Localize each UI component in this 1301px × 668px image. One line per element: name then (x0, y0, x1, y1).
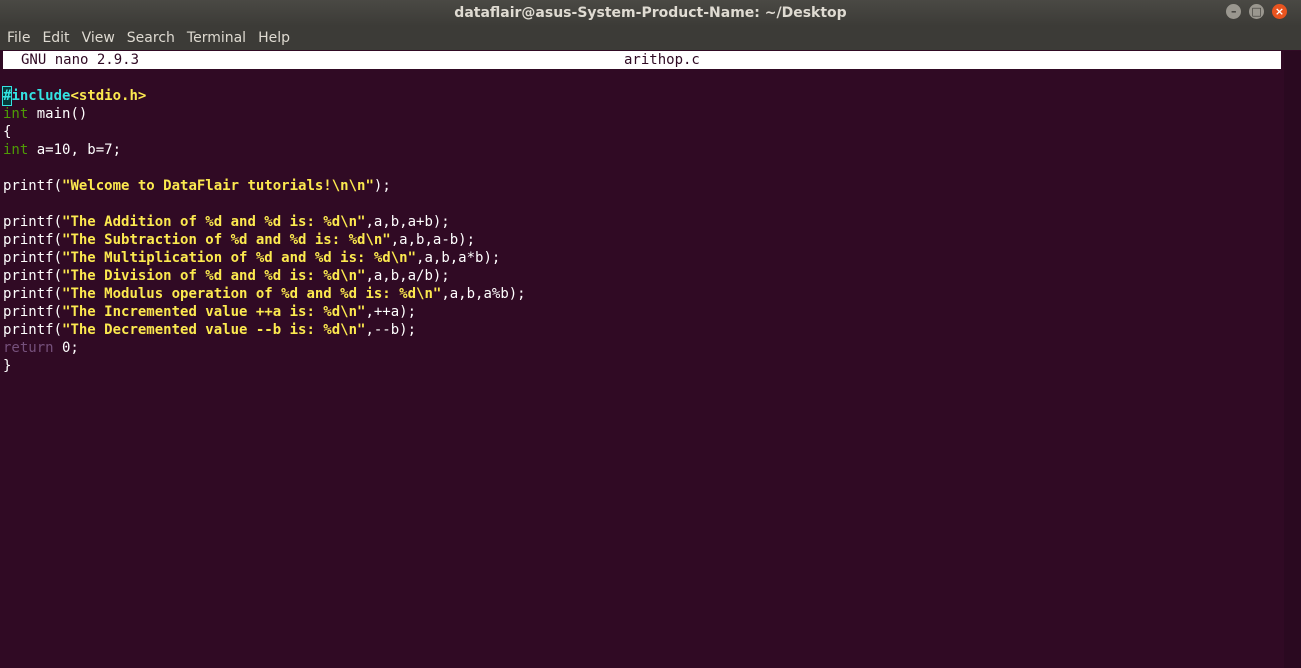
menu-help[interactable]: Help (255, 26, 295, 50)
menu-search[interactable]: Search (124, 26, 180, 50)
menu-bar: File Edit View Search Terminal Help (0, 26, 1301, 50)
menu-view[interactable]: View (79, 26, 120, 50)
nano-version: GNU nano 2.9.3 (21, 52, 140, 68)
code-line-2: int main() (3, 106, 88, 122)
menu-edit[interactable]: Edit (39, 26, 74, 50)
code-line-16: } (3, 358, 12, 374)
code-line-14: printf("The Decremented value --b is: %d… (3, 322, 417, 338)
window-title: dataflair@asus-System-Product-Name: ~/De… (454, 5, 847, 21)
code-line-10: printf("The Multiplication of %d and %d … (3, 250, 501, 266)
menu-terminal[interactable]: Terminal (184, 26, 251, 50)
code-line-4: int a=10, b=7; (3, 142, 122, 158)
code-line-12: printf("The Modulus operation of %d and … (3, 286, 526, 302)
menu-file[interactable]: File (4, 26, 35, 50)
minimize-icon[interactable]: – (1226, 4, 1242, 19)
code-line-9: printf("The Subtraction of %d and %d is:… (3, 232, 476, 248)
code-line-11: printf("The Division of %d and %d is: %d… (3, 268, 450, 284)
scrollbar[interactable] (1284, 51, 1301, 668)
terminal-window: dataflair@asus-System-Product-Name: ~/De… (0, 0, 1301, 668)
window-controls: – □ × (1223, 4, 1287, 22)
title-bar[interactable]: dataflair@asus-System-Product-Name: ~/De… (0, 0, 1301, 26)
code-line-6: printf("Welcome to DataFlair tutorials!\… (3, 178, 391, 194)
nano-header-bar: GNU nano 2.9.3 arithop.c (3, 51, 1281, 69)
code-editor[interactable]: #include<stdio.h> int main() { int a=10,… (1, 86, 1273, 375)
code-line-8: printf("The Addition of %d and %d is: %d… (3, 214, 450, 230)
nano-filename: arithop.c (624, 52, 700, 68)
code-line-3: { (3, 124, 12, 140)
code-line-15: return 0; (3, 340, 79, 356)
close-icon[interactable]: × (1272, 4, 1287, 19)
maximize-icon[interactable]: □ (1249, 4, 1265, 19)
code-line-13: printf("The Incremented value ++a is: %d… (3, 304, 417, 320)
code-line-1: #include<stdio.h> (1, 86, 147, 106)
